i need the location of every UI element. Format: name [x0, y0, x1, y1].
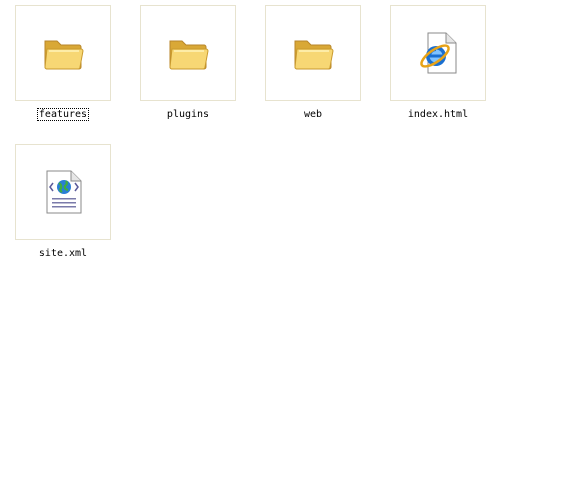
file-item-site-xml[interactable]: site.xml [15, 144, 111, 272]
file-item-web[interactable]: web [265, 5, 361, 133]
file-name-label[interactable]: site.xml [38, 248, 88, 259]
file-list-view: features plugins web index.html site.xml [0, 0, 582, 483]
file-name-label[interactable]: plugins [166, 109, 210, 120]
folder-icon [294, 40, 334, 70]
file-item-plugins[interactable]: plugins [140, 5, 236, 133]
internet-explorer-document-icon [420, 32, 457, 74]
folder-icon [169, 40, 209, 70]
file-item-index-html[interactable]: index.html [390, 5, 486, 133]
file-name-label[interactable]: features [36, 108, 90, 121]
file-item-features[interactable]: features [15, 5, 111, 133]
thumbnail-frame[interactable] [15, 144, 111, 240]
file-name-label[interactable]: web [303, 109, 323, 120]
thumbnail-frame[interactable] [140, 5, 236, 101]
xml-document-icon [46, 170, 82, 214]
thumbnail-frame[interactable] [265, 5, 361, 101]
folder-icon [44, 40, 84, 70]
thumbnail-frame[interactable] [390, 5, 486, 101]
thumbnail-frame[interactable] [15, 5, 111, 101]
file-name-label[interactable]: index.html [407, 109, 469, 120]
